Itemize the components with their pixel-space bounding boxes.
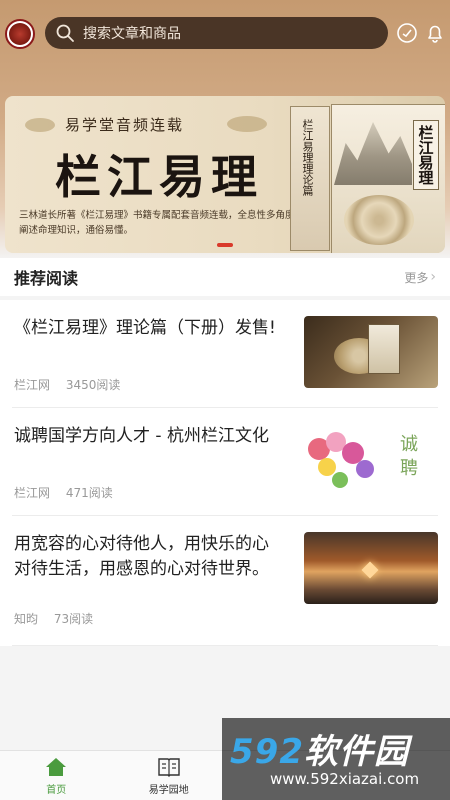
book-spine-image: 栏江易理理论篇 [290, 106, 330, 251]
tab-label: 首页 [46, 784, 67, 796]
article-list: 《栏江易理》理论篇（下册）发售! 栏江网 3450阅读 诚聘国学方向人才 - 杭… [0, 300, 450, 646]
sign-in-icon[interactable] [396, 22, 418, 44]
article-thumbnail [304, 532, 438, 604]
promo-banner[interactable]: 易学堂音频连载 栏江易理 三林道长所著《栏江易理》书籍专属配套音频连载，全息性多… [5, 96, 445, 253]
mountain-painting [334, 122, 412, 185]
book-spine-title: 栏江易理理论篇 [301, 119, 314, 196]
article-reads: 3450阅读 [65, 378, 121, 392]
article-reads: 471阅读 [65, 486, 113, 500]
tab-label: 易学园地 [148, 784, 189, 796]
watermark-brand-text: 软件园 [303, 732, 409, 772]
glowing-heart-image [361, 561, 379, 579]
section-title: 推荐阅读 [14, 269, 79, 288]
search-placeholder: 搜索文章和商品 [83, 26, 181, 42]
watermark-brand: 592软件园 [230, 724, 409, 773]
article-source: 知昀 [14, 612, 39, 626]
search-icon [56, 24, 74, 42]
list-item[interactable]: 用宽容的心对待他人，用快乐的心对待生活，用感恩的心对待世界。 知昀 73阅读 [12, 516, 438, 646]
notification-bell-icon[interactable] [424, 22, 446, 44]
pagination-dot-active [217, 243, 233, 247]
article-title: 诚聘国学方向人才 - 杭州栏江文化 [14, 426, 269, 446]
flower-decoration [318, 458, 336, 476]
chevron-right-icon: › [430, 269, 436, 285]
logo-emblem-icon [9, 23, 31, 45]
cloud-decoration [227, 116, 267, 132]
banner-title: 栏江易理 [55, 150, 263, 204]
book-cover-title: 栏江易理 [413, 120, 439, 190]
article-title: 用宽容的心对待他人，用快乐的心对待生活，用感恩的心对待世界。 [14, 534, 269, 579]
article-thumbnail: 诚聘 [304, 424, 438, 496]
banner-description: 三林道长所著《栏江易理》书籍专属配套音频连载，全息性多角度阐述命理知识，通俗易懂… [19, 210, 295, 236]
article-thumbnail [304, 316, 438, 388]
tab-home[interactable]: 首页 [0, 751, 113, 800]
article-meta: 知昀 73阅读 [14, 610, 93, 627]
search-bar[interactable]: 搜索文章和商品 [45, 17, 388, 49]
thumbnail-text: 诚聘 [397, 434, 418, 482]
article-title: 《栏江易理》理论篇（下册）发售! [14, 318, 276, 338]
watermark-brand-number: 592 [230, 732, 304, 772]
banner-pagination [5, 243, 445, 247]
watermark-overlay: 592软件园 www.592xiazai.com [222, 718, 450, 800]
article-reads: 73阅读 [53, 612, 94, 626]
list-item[interactable]: 《栏江易理》理论篇（下册）发售! 栏江网 3450阅读 [12, 300, 438, 408]
banner-subtitle: 易学堂音频连载 [65, 116, 185, 134]
more-label: 更多 [404, 270, 429, 285]
compass-illustration [344, 195, 414, 245]
more-link[interactable]: 更多 › [404, 269, 436, 286]
watermark-url: www.592xiazai.com [270, 770, 420, 788]
article-meta: 栏江网 471阅读 [14, 484, 113, 501]
tab-study-garden[interactable]: 易学园地 [113, 751, 226, 800]
book-box-image [368, 324, 400, 374]
app-logo[interactable] [5, 19, 35, 49]
article-source: 栏江网 [14, 378, 51, 392]
cloud-decoration [25, 118, 55, 132]
flower-decoration [356, 460, 374, 478]
article-source: 栏江网 [14, 486, 51, 500]
book-cover-image: 栏江易理 [331, 104, 445, 253]
article-meta: 栏江网 3450阅读 [14, 376, 120, 393]
flower-decoration [332, 472, 348, 488]
list-item[interactable]: 诚聘国学方向人才 - 杭州栏江文化 栏江网 471阅读 诚聘 [12, 408, 438, 516]
recommended-section-header: 推荐阅读 更多 › [0, 258, 450, 296]
book-icon [158, 757, 180, 777]
home-icon [46, 757, 67, 776]
